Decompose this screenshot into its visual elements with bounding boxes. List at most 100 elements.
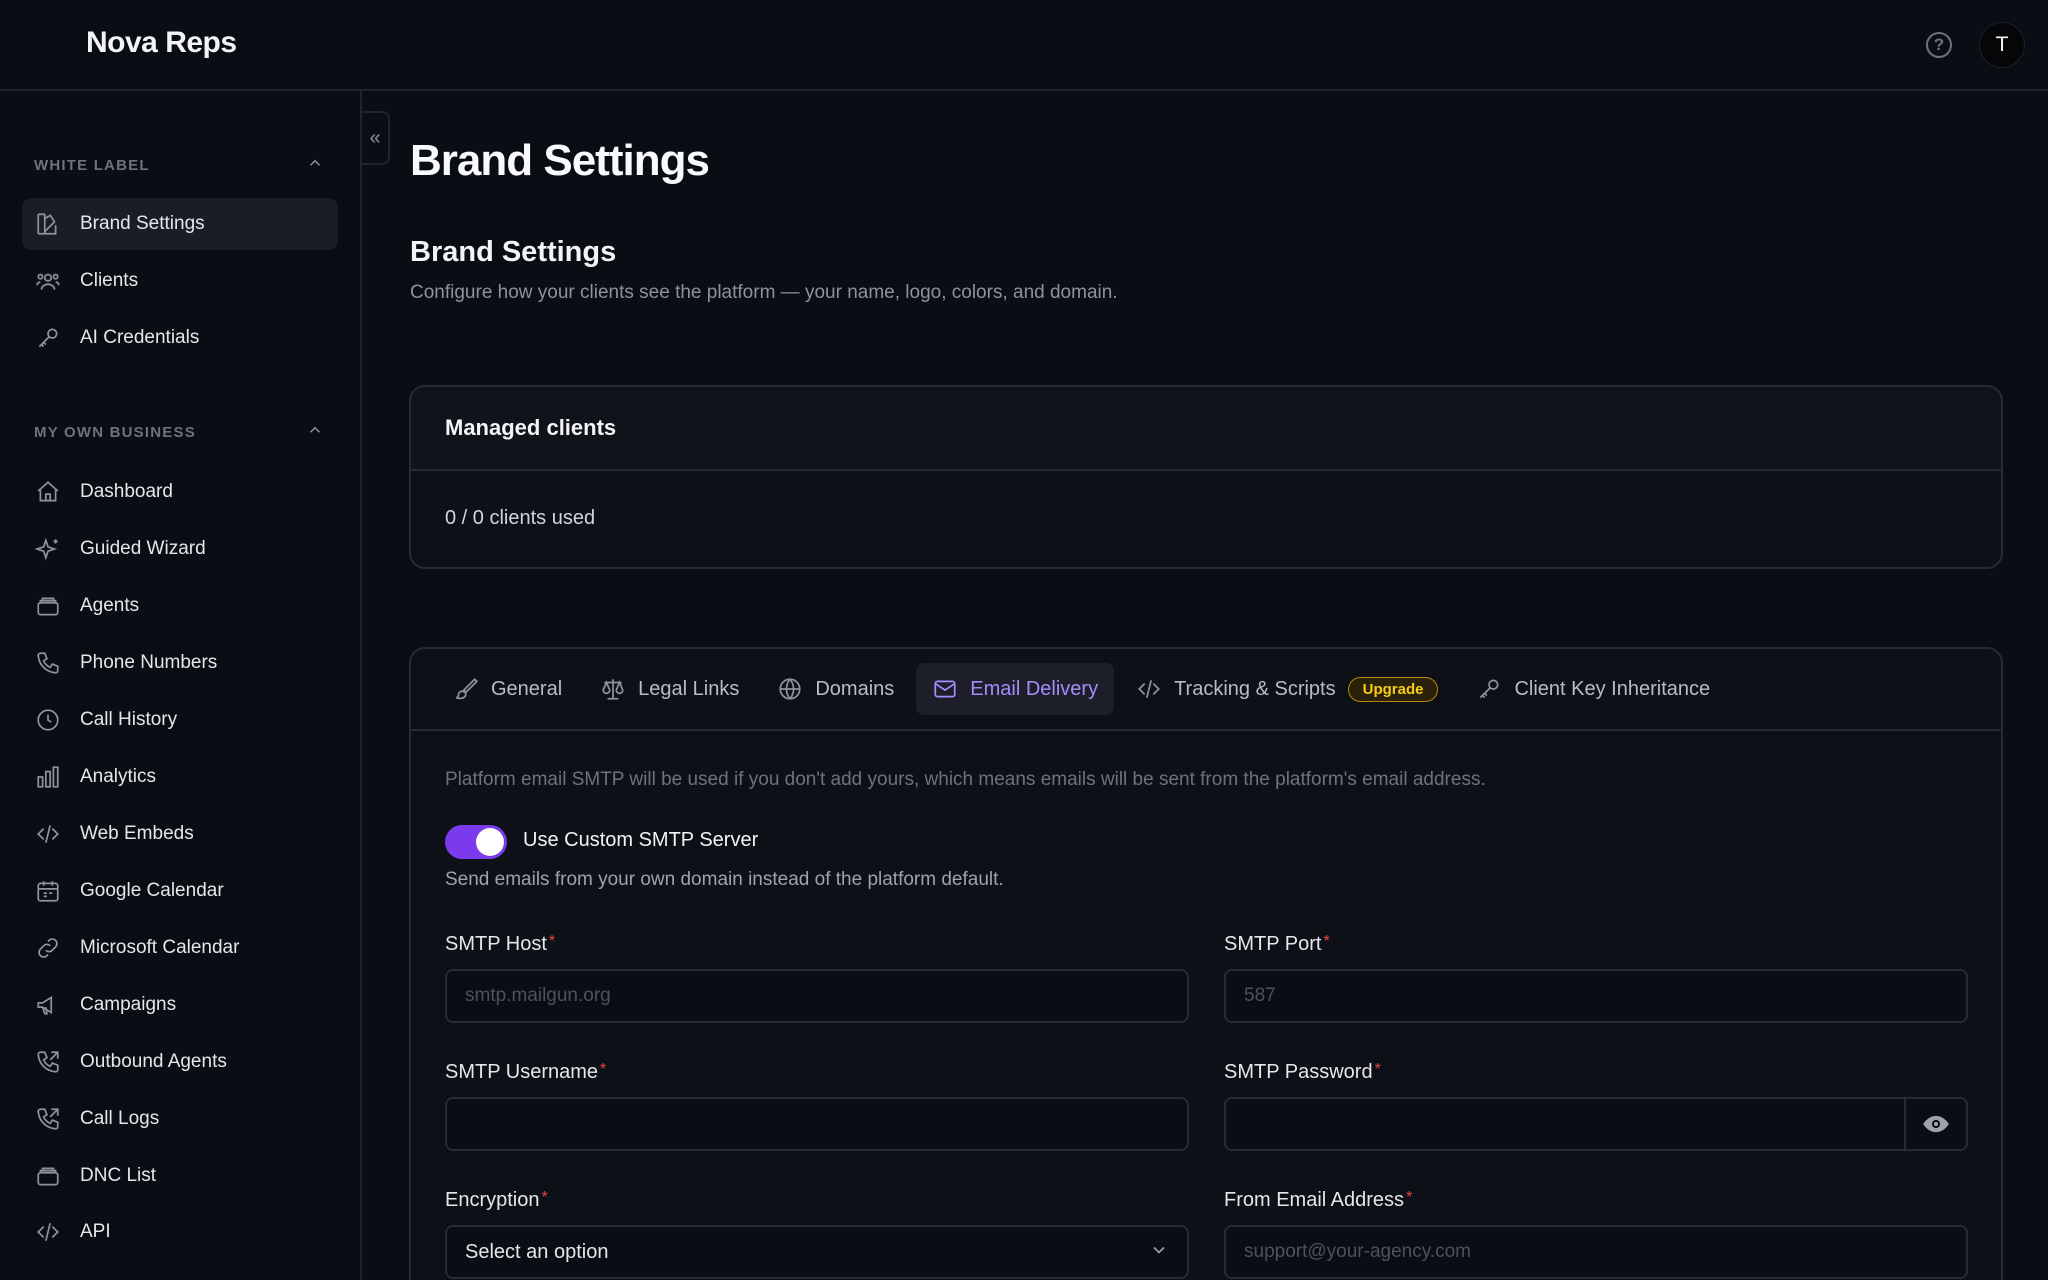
- from-email-input[interactable]: [1224, 1225, 1968, 1279]
- sidebar-item-label: Campaigns: [80, 994, 177, 1015]
- megaphone-icon: [34, 991, 62, 1019]
- required-mark: *: [541, 1189, 548, 1206]
- toggle-label: Use Custom SMTP Server: [523, 829, 759, 851]
- sidebar-item-brand-settings[interactable]: Brand Settings: [22, 198, 338, 250]
- sidebar-item-label: Clients: [80, 270, 139, 291]
- tab-tracking-scripts[interactable]: Tracking & Scripts Upgrade: [1120, 663, 1454, 715]
- code-icon: [34, 820, 62, 848]
- sidebar-item-label: AI Credentials: [80, 327, 200, 348]
- sidebar-item-agents[interactable]: Agents: [22, 580, 338, 632]
- sidebar-section-my-own-business[interactable]: MY OWN BUSINESS: [34, 417, 324, 447]
- chevron-down-icon: [1149, 1240, 1169, 1265]
- field-label-text: SMTP Host: [445, 933, 547, 955]
- sidebar-item-google-calendar[interactable]: Google Calendar: [22, 865, 338, 917]
- field-label-text: Encryption: [445, 1189, 540, 1211]
- tab-email-delivery[interactable]: Email Delivery: [916, 663, 1115, 715]
- field-label-text: From Email Address: [1224, 1189, 1405, 1211]
- sidebar-section-white-label[interactable]: WHITE LABEL: [34, 150, 324, 180]
- upgrade-badge[interactable]: Upgrade: [1347, 676, 1439, 702]
- sidebar-item-call-history[interactable]: Call History: [22, 694, 338, 746]
- section-title: Brand Settings: [410, 236, 617, 268]
- sidebar-item-label: Guided Wizard: [80, 538, 206, 559]
- sidebar-item-analytics[interactable]: Analytics: [22, 751, 338, 803]
- encryption-select[interactable]: Select an option: [445, 1225, 1189, 1279]
- sidebar-item-label: Agents: [80, 595, 140, 616]
- required-mark: *: [1406, 1189, 1413, 1206]
- users-icon: [34, 267, 62, 295]
- tab-general[interactable]: General: [437, 663, 578, 715]
- link-icon: [34, 934, 62, 962]
- tab-client-key-inheritance[interactable]: Client Key Inheritance: [1460, 663, 1726, 715]
- field-label-text: SMTP Username: [445, 1061, 599, 1083]
- sidebar-item-guided-wizard[interactable]: Guided Wizard: [22, 523, 338, 575]
- smtp-port-label: SMTP Port *: [1224, 933, 1330, 956]
- avatar[interactable]: T: [1979, 22, 2025, 68]
- sidebar-item-label: Google Calendar: [80, 880, 224, 901]
- clock-icon: [34, 706, 62, 734]
- tab-label: Email Delivery: [970, 677, 1099, 700]
- sidebar-item-web-embeds[interactable]: Web Embeds: [22, 808, 338, 860]
- sidebar-item-label: Web Embeds: [80, 823, 194, 844]
- smtp-host-input[interactable]: [445, 969, 1189, 1023]
- section-title: WHITE LABEL: [34, 156, 150, 174]
- custom-smtp-toggle[interactable]: [445, 825, 507, 859]
- home-icon: [34, 478, 62, 506]
- sidebar-item-label: DNC List: [80, 1165, 157, 1186]
- sidebar-item-phone-numbers[interactable]: Phone Numbers: [22, 637, 338, 689]
- sidebar-item-api[interactable]: API: [22, 1206, 338, 1258]
- code-icon: [34, 1218, 62, 1246]
- required-mark: *: [600, 1061, 607, 1078]
- tab-domains[interactable]: Domains: [761, 663, 910, 715]
- brand-icon: [34, 210, 62, 238]
- page-title: Brand Settings: [410, 136, 710, 185]
- key-icon: [34, 324, 62, 352]
- card-title: Managed clients: [411, 387, 2001, 471]
- sidebar-item-dnc-list[interactable]: DNC List: [22, 1150, 338, 1202]
- select-value: Select an option: [465, 1240, 609, 1263]
- show-password-button[interactable]: [1904, 1097, 1968, 1151]
- sidebar-item-label: Brand Settings: [80, 213, 205, 234]
- sidebar-item-microsoft-calendar[interactable]: Microsoft Calendar: [22, 922, 338, 974]
- key-icon: [1480, 679, 1499, 699]
- required-mark: *: [1323, 933, 1330, 950]
- required-mark: *: [1374, 1061, 1381, 1078]
- stack-icon: [34, 1162, 62, 1190]
- sidebar-item-label: Microsoft Calendar: [80, 937, 240, 958]
- sidebar-item-label: Call History: [80, 709, 178, 730]
- sidebar-item-dashboard[interactable]: Dashboard: [22, 466, 338, 518]
- chevron-up-icon: [306, 154, 324, 177]
- tab-label: Client Key Inheritance: [1514, 677, 1711, 700]
- calendar-icon: [34, 877, 62, 905]
- scale-icon: [602, 679, 624, 700]
- collapse-sidebar-button[interactable]: «: [362, 111, 390, 165]
- from-email-label: From Email Address *: [1224, 1189, 1412, 1212]
- phone-icon: [34, 649, 62, 677]
- tab-label: General: [491, 677, 563, 700]
- smtp-port-input[interactable]: [1224, 969, 1968, 1023]
- required-mark: *: [548, 933, 556, 950]
- bar-chart-icon: [34, 763, 62, 791]
- smtp-password-label: SMTP Password *: [1224, 1061, 1381, 1084]
- sidebar-item-label: Call Logs: [80, 1108, 160, 1129]
- eye-icon: [1923, 1115, 1949, 1133]
- sidebar-item-ai-credentials[interactable]: AI Credentials: [22, 312, 338, 364]
- smtp-host-label: SMTP Host *: [445, 933, 555, 956]
- tab-bar: General Legal Links Domains Email Delive…: [411, 649, 2001, 731]
- sidebar-item-outbound-agents[interactable]: Outbound Agents: [22, 1036, 338, 1088]
- toggle-knob: [476, 828, 504, 856]
- help-icon[interactable]: ?: [1926, 32, 1952, 58]
- sidebar-item-label: Phone Numbers: [80, 652, 218, 673]
- sidebar-item-label: Dashboard: [80, 481, 173, 502]
- sidebar-item-call-logs[interactable]: Call Logs: [22, 1093, 338, 1145]
- sidebar-item-label: API: [80, 1221, 111, 1242]
- smtp-password-input[interactable]: [1224, 1097, 1906, 1151]
- sidebar-item-clients[interactable]: Clients: [22, 255, 338, 307]
- tab-label: Domains: [815, 677, 895, 700]
- app-brand[interactable]: Nova Reps: [86, 26, 237, 60]
- smtp-note: Platform email SMTP will be used if you …: [445, 769, 1486, 790]
- tab-label: Legal Links: [638, 677, 740, 700]
- smtp-username-input[interactable]: [445, 1097, 1189, 1151]
- sidebar-item-campaigns[interactable]: Campaigns: [22, 979, 338, 1031]
- brush-icon: [455, 678, 479, 700]
- tab-legal-links[interactable]: Legal Links: [584, 663, 755, 715]
